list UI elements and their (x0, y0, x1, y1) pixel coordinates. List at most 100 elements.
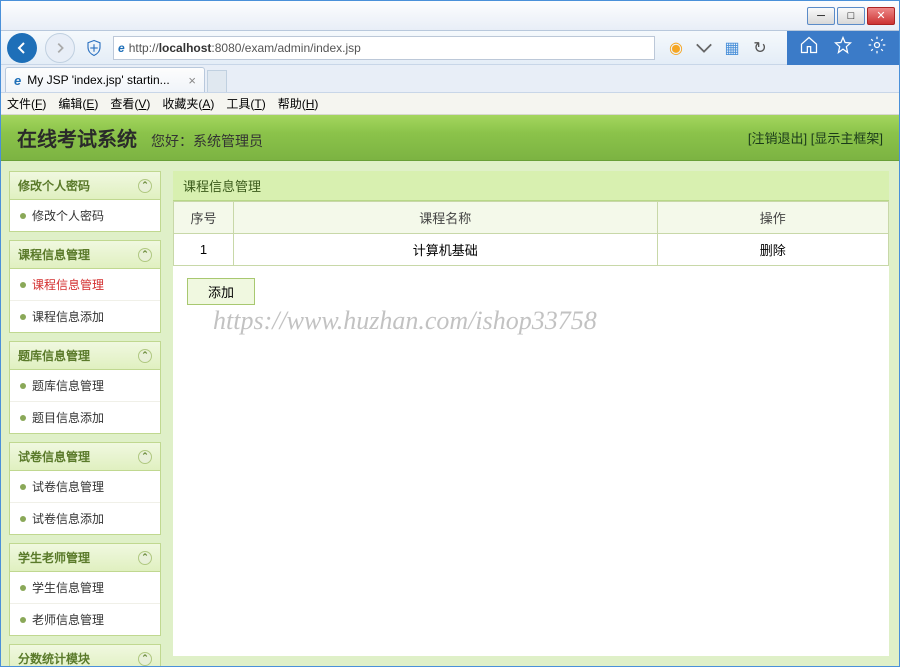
table-cell: 计算机基础 (234, 234, 658, 266)
delete-action[interactable]: 删除 (657, 234, 889, 266)
sidebar-section: 修改个人密码 ⌃ 修改个人密码 (9, 171, 161, 232)
sidebar-item[interactable]: 试卷信息添加 (10, 503, 160, 534)
collapse-icon[interactable]: ⌃ (138, 349, 152, 363)
minimize-button[interactable]: ─ (807, 7, 835, 25)
sidebar-section-header[interactable]: 学生老师管理 ⌃ (10, 544, 160, 572)
settings-gear-icon[interactable] (867, 35, 887, 60)
course-table: 序号课程名称操作 1计算机基础删除 (173, 201, 889, 266)
show-main-link[interactable]: 显示主框架 (814, 131, 879, 146)
sidebar-item[interactable]: 课程信息添加 (10, 301, 160, 332)
menu-item[interactable]: 工具(T) (226, 95, 265, 112)
sidebar-item-label: 学生信息管理 (32, 579, 104, 596)
collapse-icon[interactable]: ⌃ (138, 551, 152, 565)
ie-logo-icon: e (118, 41, 125, 55)
collapse-icon[interactable]: ⌃ (138, 179, 152, 193)
dropdown-icon[interactable] (695, 39, 713, 57)
sidebar-item[interactable]: 课程信息管理 (10, 269, 160, 301)
sidebar-section-header[interactable]: 题库信息管理 ⌃ (10, 342, 160, 370)
tab-close-icon[interactable]: × (188, 73, 196, 88)
sidebar-section: 学生老师管理 ⌃ 学生信息管理老师信息管理 (9, 543, 161, 636)
collapse-icon[interactable]: ⌃ (138, 652, 152, 666)
menu-item[interactable]: 收藏夹(A) (162, 95, 214, 112)
greeting: 您好：系统管理员 (151, 131, 263, 151)
sidebar-section: 课程信息管理⌃课程信息管理课程信息添加 (9, 240, 161, 333)
window-frame: ─ □ ✕ e http://localhost:8080/exam/admin… (0, 0, 900, 667)
bullet-icon (20, 585, 26, 591)
browser-tab[interactable]: e My JSP 'index.jsp' startin... × (5, 67, 205, 92)
home-icon[interactable] (799, 35, 819, 60)
sidebar-item-label: 老师信息管理 (32, 611, 104, 628)
refresh-icon[interactable]: ↻ (751, 39, 769, 57)
sidebar-section: 题库信息管理⌃题库信息管理题目信息添加 (9, 341, 161, 434)
body-area: 修改个人密码⌃修改个人密码课程信息管理⌃课程信息管理课程信息添加题库信息管理⌃题… (1, 161, 899, 666)
url-port: :8080 (211, 41, 241, 55)
security-shield-icon[interactable] (83, 37, 105, 59)
bullet-icon (20, 516, 26, 522)
sidebar-section-title: 试卷信息管理 (18, 448, 90, 465)
app-header: 在线考试系统 您好：系统管理员 [注销退出] [显示主框架] (1, 115, 899, 161)
sidebar-item[interactable]: 题目信息添加 (10, 402, 160, 433)
url-host: localhost (159, 41, 212, 55)
favorites-star-icon[interactable] (833, 35, 853, 60)
add-button[interactable]: 添加 (187, 278, 255, 305)
sidebar-item[interactable]: 老师信息管理 (10, 604, 160, 635)
bullet-icon (20, 617, 26, 623)
sidebar-item-label: 课程信息添加 (32, 308, 104, 325)
menu-item[interactable]: 查看(V) (110, 95, 150, 112)
header-links: [注销退出] [显示主框架] (748, 128, 883, 147)
logout-link[interactable]: 注销退出 (752, 131, 804, 146)
navbar: e http://localhost:8080/exam/admin/index… (1, 31, 899, 65)
sidebar-section: 分数统计模块 ⌃分数统计模块 (9, 644, 161, 666)
address-bar[interactable]: e http://localhost:8080/exam/admin/index… (113, 36, 655, 60)
sidebar-item-label: 题库信息管理 (32, 377, 104, 394)
url-path: /exam/admin/index.jsp (241, 41, 360, 55)
bullet-icon (20, 415, 26, 421)
bing-icon[interactable]: ◉ (667, 39, 685, 57)
sidebar-section-title: 题库信息管理 (18, 347, 90, 364)
table-header-cell: 操作 (657, 202, 889, 234)
back-button[interactable] (7, 33, 37, 63)
sidebar-section-header[interactable]: 分数统计模块 ⌃ (10, 645, 160, 666)
url-prefix: http:// (129, 41, 159, 55)
image-icon[interactable]: ▦ (723, 39, 741, 57)
sidebar-section-title: 修改个人密码 (18, 177, 90, 194)
collapse-icon[interactable]: ⌃ (138, 248, 152, 262)
sidebar-section-header[interactable]: 课程信息管理 ⌃ (10, 241, 160, 269)
sidebar-section-header[interactable]: 试卷信息管理 ⌃ (10, 443, 160, 471)
sidebar-section-title: 课程信息管理 (18, 246, 90, 263)
forward-button[interactable] (45, 33, 75, 63)
sidebar-section-title: 学生老师管理 (18, 549, 90, 566)
titlebar: ─ □ ✕ (1, 1, 899, 31)
sidebar-item-label: 课程信息管理 (32, 276, 104, 293)
table-row: 1计算机基础删除 (174, 234, 889, 266)
watermark: https://www.huzhan.com/ishop33758 (213, 306, 597, 336)
bullet-icon (20, 383, 26, 389)
system-title: 在线考试系统 (17, 123, 137, 152)
tab-favicon-icon: e (14, 73, 21, 88)
sidebar-item[interactable]: 题库信息管理 (10, 370, 160, 402)
panel-title: 课程信息管理 (173, 171, 889, 201)
sidebar-section: 试卷信息管理 ⌃ 试卷信息管理试卷信息添加 (9, 442, 161, 535)
table-cell: 1 (174, 234, 234, 266)
sidebar-item[interactable]: 学生信息管理 (10, 572, 160, 604)
collapse-icon[interactable]: ⌃ (138, 450, 152, 464)
table-header-cell: 序号 (174, 202, 234, 234)
page-content: 在线考试系统 您好：系统管理员 [注销退出] [显示主框架] 修改个人密码⌃修改… (1, 115, 899, 666)
navbar-right-icons: ◉ ▦ ↻ (663, 39, 773, 57)
sidebar-item-label: 题目信息添加 (32, 409, 104, 426)
sidebar-item[interactable]: 修改个人密码 (10, 200, 160, 231)
sidebar-item-label: 试卷信息管理 (32, 478, 104, 495)
maximize-button[interactable]: □ (837, 7, 865, 25)
bullet-icon (20, 213, 26, 219)
menubar: 文件(F) 编辑(E) 查看(V) 收藏夹(A) 工具(T) 帮助(H) (1, 93, 899, 115)
sidebar-section-header[interactable]: 修改个人密码 ⌃ (10, 172, 160, 200)
sidebar-section-title: 分数统计模块 (18, 650, 90, 666)
menu-item[interactable]: 帮助(H) (278, 95, 319, 112)
close-window-button[interactable]: ✕ (867, 7, 895, 25)
menu-item[interactable]: 文件(F) (7, 95, 46, 112)
bullet-icon (20, 314, 26, 320)
new-tab-button[interactable] (207, 70, 227, 92)
sidebar-item[interactable]: 试卷信息管理 (10, 471, 160, 503)
sidebar: 修改个人密码⌃修改个人密码课程信息管理⌃课程信息管理课程信息添加题库信息管理⌃题… (1, 161, 169, 666)
menu-item[interactable]: 编辑(E) (58, 95, 98, 112)
